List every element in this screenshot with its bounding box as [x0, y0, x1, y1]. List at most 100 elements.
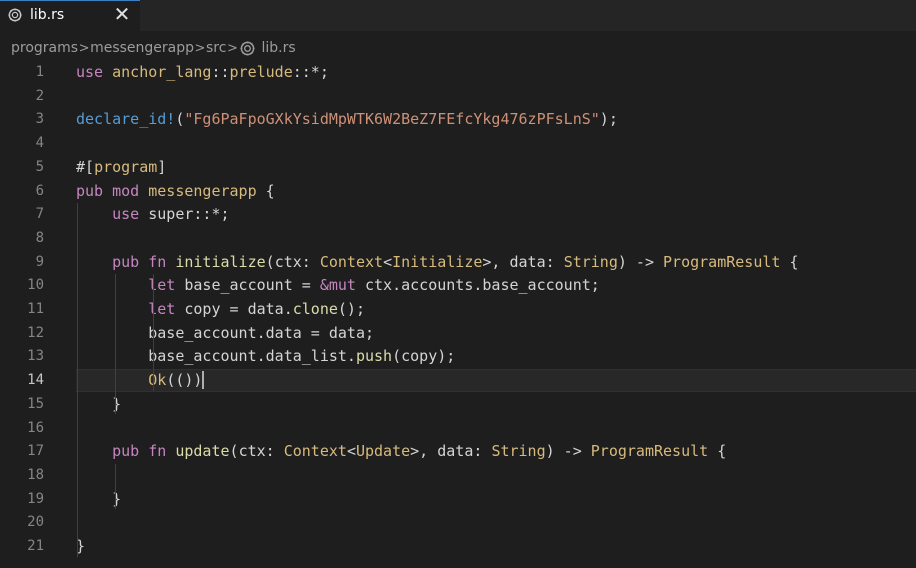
code-token: );: [599, 110, 618, 129]
code-token: >,: [482, 252, 510, 271]
code-token: #[: [76, 157, 95, 176]
code-token: ctx.accounts.base_account;: [355, 276, 600, 295]
code-token: ctx: [238, 442, 266, 461]
code-token: ) ->: [545, 442, 591, 461]
indent-guide: [115, 463, 116, 510]
code-editor[interactable]: 1 use anchor_lang::prelude::*; 2 3 declare_i…: [0, 61, 916, 568]
code-line[interactable]: 4: [0, 132, 916, 156]
breadcrumb-item-messengerapp[interactable]: messengerapp: [90, 40, 194, 56]
code-token: program: [94, 157, 158, 176]
code-line[interactable]: 11 let copy = data.clone();: [0, 298, 916, 322]
code-token: (: [229, 442, 239, 461]
code-token: base_account.data = data;: [76, 323, 375, 342]
code-token: &mut: [319, 276, 356, 295]
line-number: 16: [27, 419, 44, 436]
line-number: 11: [27, 301, 44, 317]
breadcrumb-item-lib-rs[interactable]: lib.rs: [261, 40, 295, 56]
close-icon[interactable]: ✕: [112, 3, 132, 25]
code-text: pub fn update(ctx: Context<Update>, data…: [76, 440, 726, 464]
code-token: pub: [112, 442, 140, 461]
breadcrumb-item-programs[interactable]: programs: [11, 40, 78, 56]
code-token: ::*;: [193, 205, 230, 224]
code-token: Context: [319, 252, 384, 271]
line-number: 7: [35, 206, 44, 223]
line-number: 20: [27, 514, 44, 531]
code-token: }: [112, 489, 122, 508]
code-token: super: [139, 205, 194, 224]
code-token: (()): [166, 371, 203, 390]
code-token: >,: [410, 442, 438, 461]
code-token: ProgramResult: [663, 252, 781, 271]
tab-lib-rs[interactable]: lib.rs ✕: [0, 0, 140, 31]
code-line[interactable]: 2: [0, 85, 916, 109]
rust-gear-icon: [8, 8, 22, 22]
code-token: {: [708, 442, 727, 461]
chevron-right-icon: >: [78, 40, 90, 56]
code-line[interactable]: 10 let base_account = &mut ctx.accounts.…: [0, 274, 916, 298]
breadcrumb: programs > messengerapp > src > lib.rs: [11, 38, 296, 58]
code-line[interactable]: 15 }: [0, 393, 916, 417]
line-number: 21: [27, 538, 44, 554]
code-token: prelude: [229, 63, 293, 81]
chevron-right-icon: >: [227, 40, 238, 56]
breadcrumb-item-src[interactable]: src: [206, 40, 226, 56]
code-line[interactable]: 5 #[program]: [0, 156, 916, 180]
code-token: "Fg6PaFpoGXkYsidMpWTK6W2BeZ7FEfcYkg476zP…: [184, 110, 600, 129]
code-line[interactable]: 6 pub mod messengerapp {: [0, 180, 916, 204]
code-token: :: [301, 252, 320, 271]
code-line[interactable]: 18: [0, 464, 916, 488]
code-token: pub: [76, 181, 104, 200]
line-number: 13: [27, 348, 44, 365]
code-text: use anchor_lang::prelude::*;: [76, 61, 329, 85]
code-line[interactable]: 9 pub fn initialize(ctx: Context<Initial…: [0, 251, 916, 275]
code-line[interactable]: 13 base_account.data_list.push(copy);: [0, 345, 916, 369]
code-line[interactable]: 12 base_account.data = data;: [0, 322, 916, 346]
code-token: base_account =: [175, 276, 320, 295]
code-line[interactable]: 7 use super::*;: [0, 203, 916, 227]
code-token: Ok: [148, 371, 167, 390]
code-line[interactable]: 19 }: [0, 488, 916, 512]
code-token: ();: [337, 300, 365, 318]
code-token: (: [265, 252, 275, 271]
code-token: messengerapp: [148, 181, 257, 200]
tab-label: lib.rs: [30, 7, 65, 23]
line-number: 12: [27, 324, 44, 341]
code-token: ctx: [274, 252, 302, 271]
code-token: initialize: [175, 252, 266, 271]
code-line[interactable]: 16: [0, 417, 916, 441]
code-token: :: [265, 442, 284, 461]
code-token: Update: [355, 442, 411, 461]
code-line[interactable]: 3 declare_id!("Fg6PaFpoGXkYsidMpWTK6W2BeZ…: [0, 108, 916, 132]
code-token: ProgramResult: [590, 442, 709, 461]
code-line[interactable]: 14 Ok(()): [0, 369, 916, 393]
code-line[interactable]: 17 pub fn update(ctx: Context<Update>, d…: [0, 440, 916, 464]
code-token: :: [545, 252, 564, 271]
rust-gear-icon: [240, 40, 255, 56]
code-text: use super::*;: [76, 203, 230, 227]
code-line[interactable]: 20: [0, 511, 916, 535]
code-token: {: [780, 252, 799, 271]
code-token: ]: [157, 157, 167, 176]
chevron-right-icon: >: [194, 40, 206, 56]
line-number: 3: [35, 111, 44, 128]
code-token: copy = data.: [175, 300, 293, 318]
code-line[interactable]: 1 use anchor_lang::prelude::*;: [0, 61, 916, 85]
line-number: 10: [27, 277, 44, 294]
code-token: anchor_lang: [112, 63, 212, 81]
line-number: 5: [35, 158, 44, 175]
code-text: let copy = data.clone();: [76, 298, 365, 322]
code-token: use: [112, 205, 140, 224]
code-line[interactable]: 8: [0, 227, 916, 251]
indent-guide: [115, 274, 116, 415]
code-text: base_account.data = data;: [76, 322, 374, 346]
code-line[interactable]: 21}: [0, 535, 916, 559]
code-token: pub: [112, 252, 140, 271]
